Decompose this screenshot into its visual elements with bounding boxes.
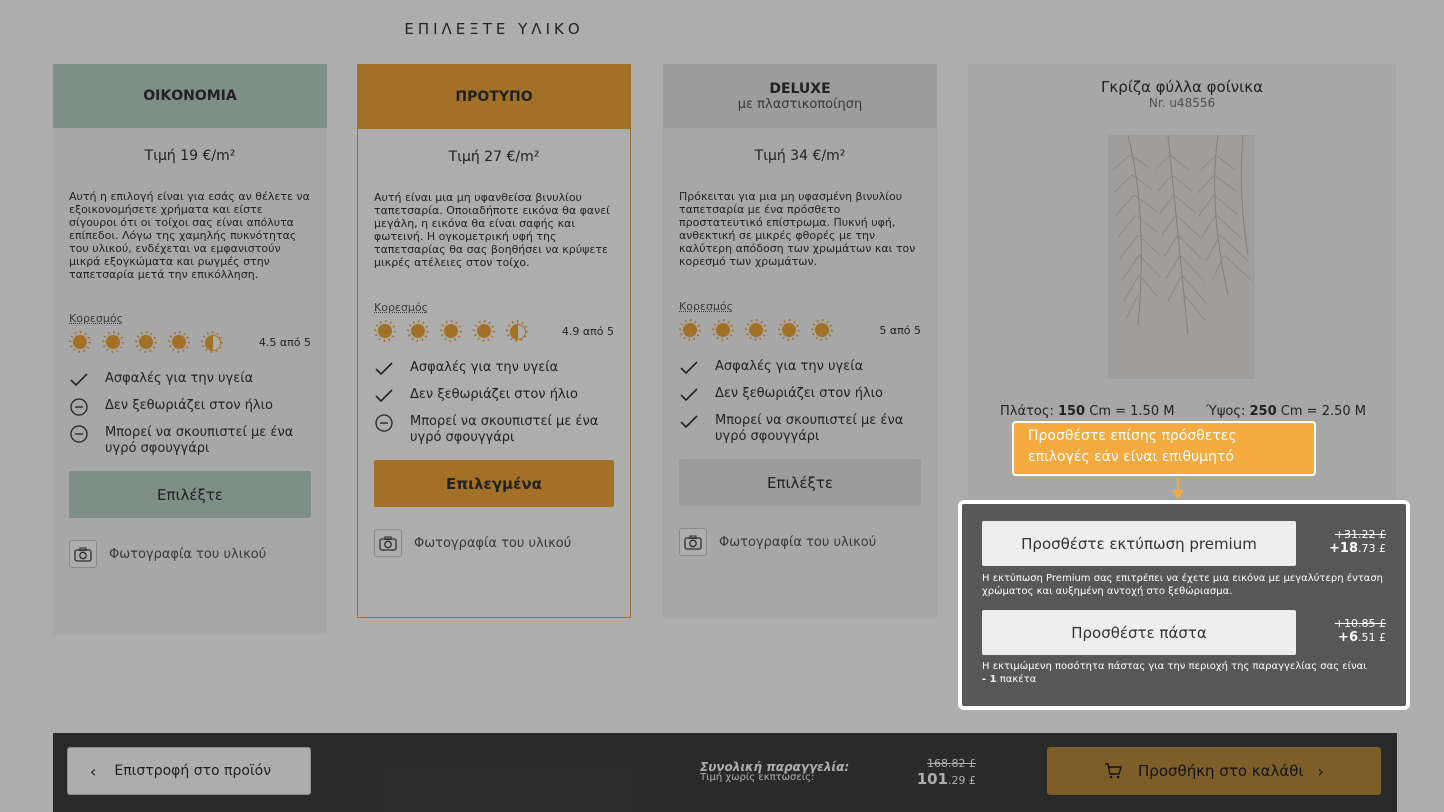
premium-new-main: +18 (1329, 541, 1358, 556)
premium-old-price: +31.22 £ (1334, 528, 1386, 541)
premium-new-price: +18.73 £ (1329, 542, 1386, 556)
paste-note: Η εκτιμώμενη ποσότητα πάστας για την περ… (982, 660, 1398, 686)
material-selection-page: ΕΠΙΛΕΞΤΕ ΥΛΙΚΟ ΟΙΚΟΝΟΜΙΑ Τιμή 19 €/m² Αυ… (0, 0, 1444, 812)
add-premium-print-button[interactable]: Προσθέστε εκτύπωση premium (982, 521, 1296, 566)
paste-new-price: +6.51 £ (1335, 631, 1386, 645)
paste-note-text: Η εκτιμώμενη ποσότητα πάστας για την περ… (982, 661, 1367, 672)
add-paste-button[interactable]: Προσθέστε πάστα (982, 610, 1296, 655)
arrow-down-icon (1172, 478, 1184, 499)
premium-note: Η εκτύπωση Premium σας επιτρέπει να έχετ… (982, 573, 1383, 597)
extras-panel: Προσθέστε εκτύπωση premium +31.22 £ +18.… (958, 500, 1410, 710)
extras-hint-tooltip: Προσθέστε επίσης πρόσθετες επιλογές εάν … (1012, 421, 1316, 476)
paste-unit: πακέτα (999, 674, 1037, 685)
paste-quantity: - 1 (982, 674, 997, 685)
premium-price: +31.22 £ +18.73 £ (1329, 528, 1386, 556)
paste-new-cents: .51 £ (1358, 631, 1386, 644)
premium-new-cents: .73 £ (1358, 542, 1386, 555)
paste-price: +10.85 £ +6.51 £ (1335, 617, 1386, 645)
paste-new-main: +6 (1338, 630, 1358, 645)
paste-old-price: +10.85 £ (1334, 617, 1386, 630)
